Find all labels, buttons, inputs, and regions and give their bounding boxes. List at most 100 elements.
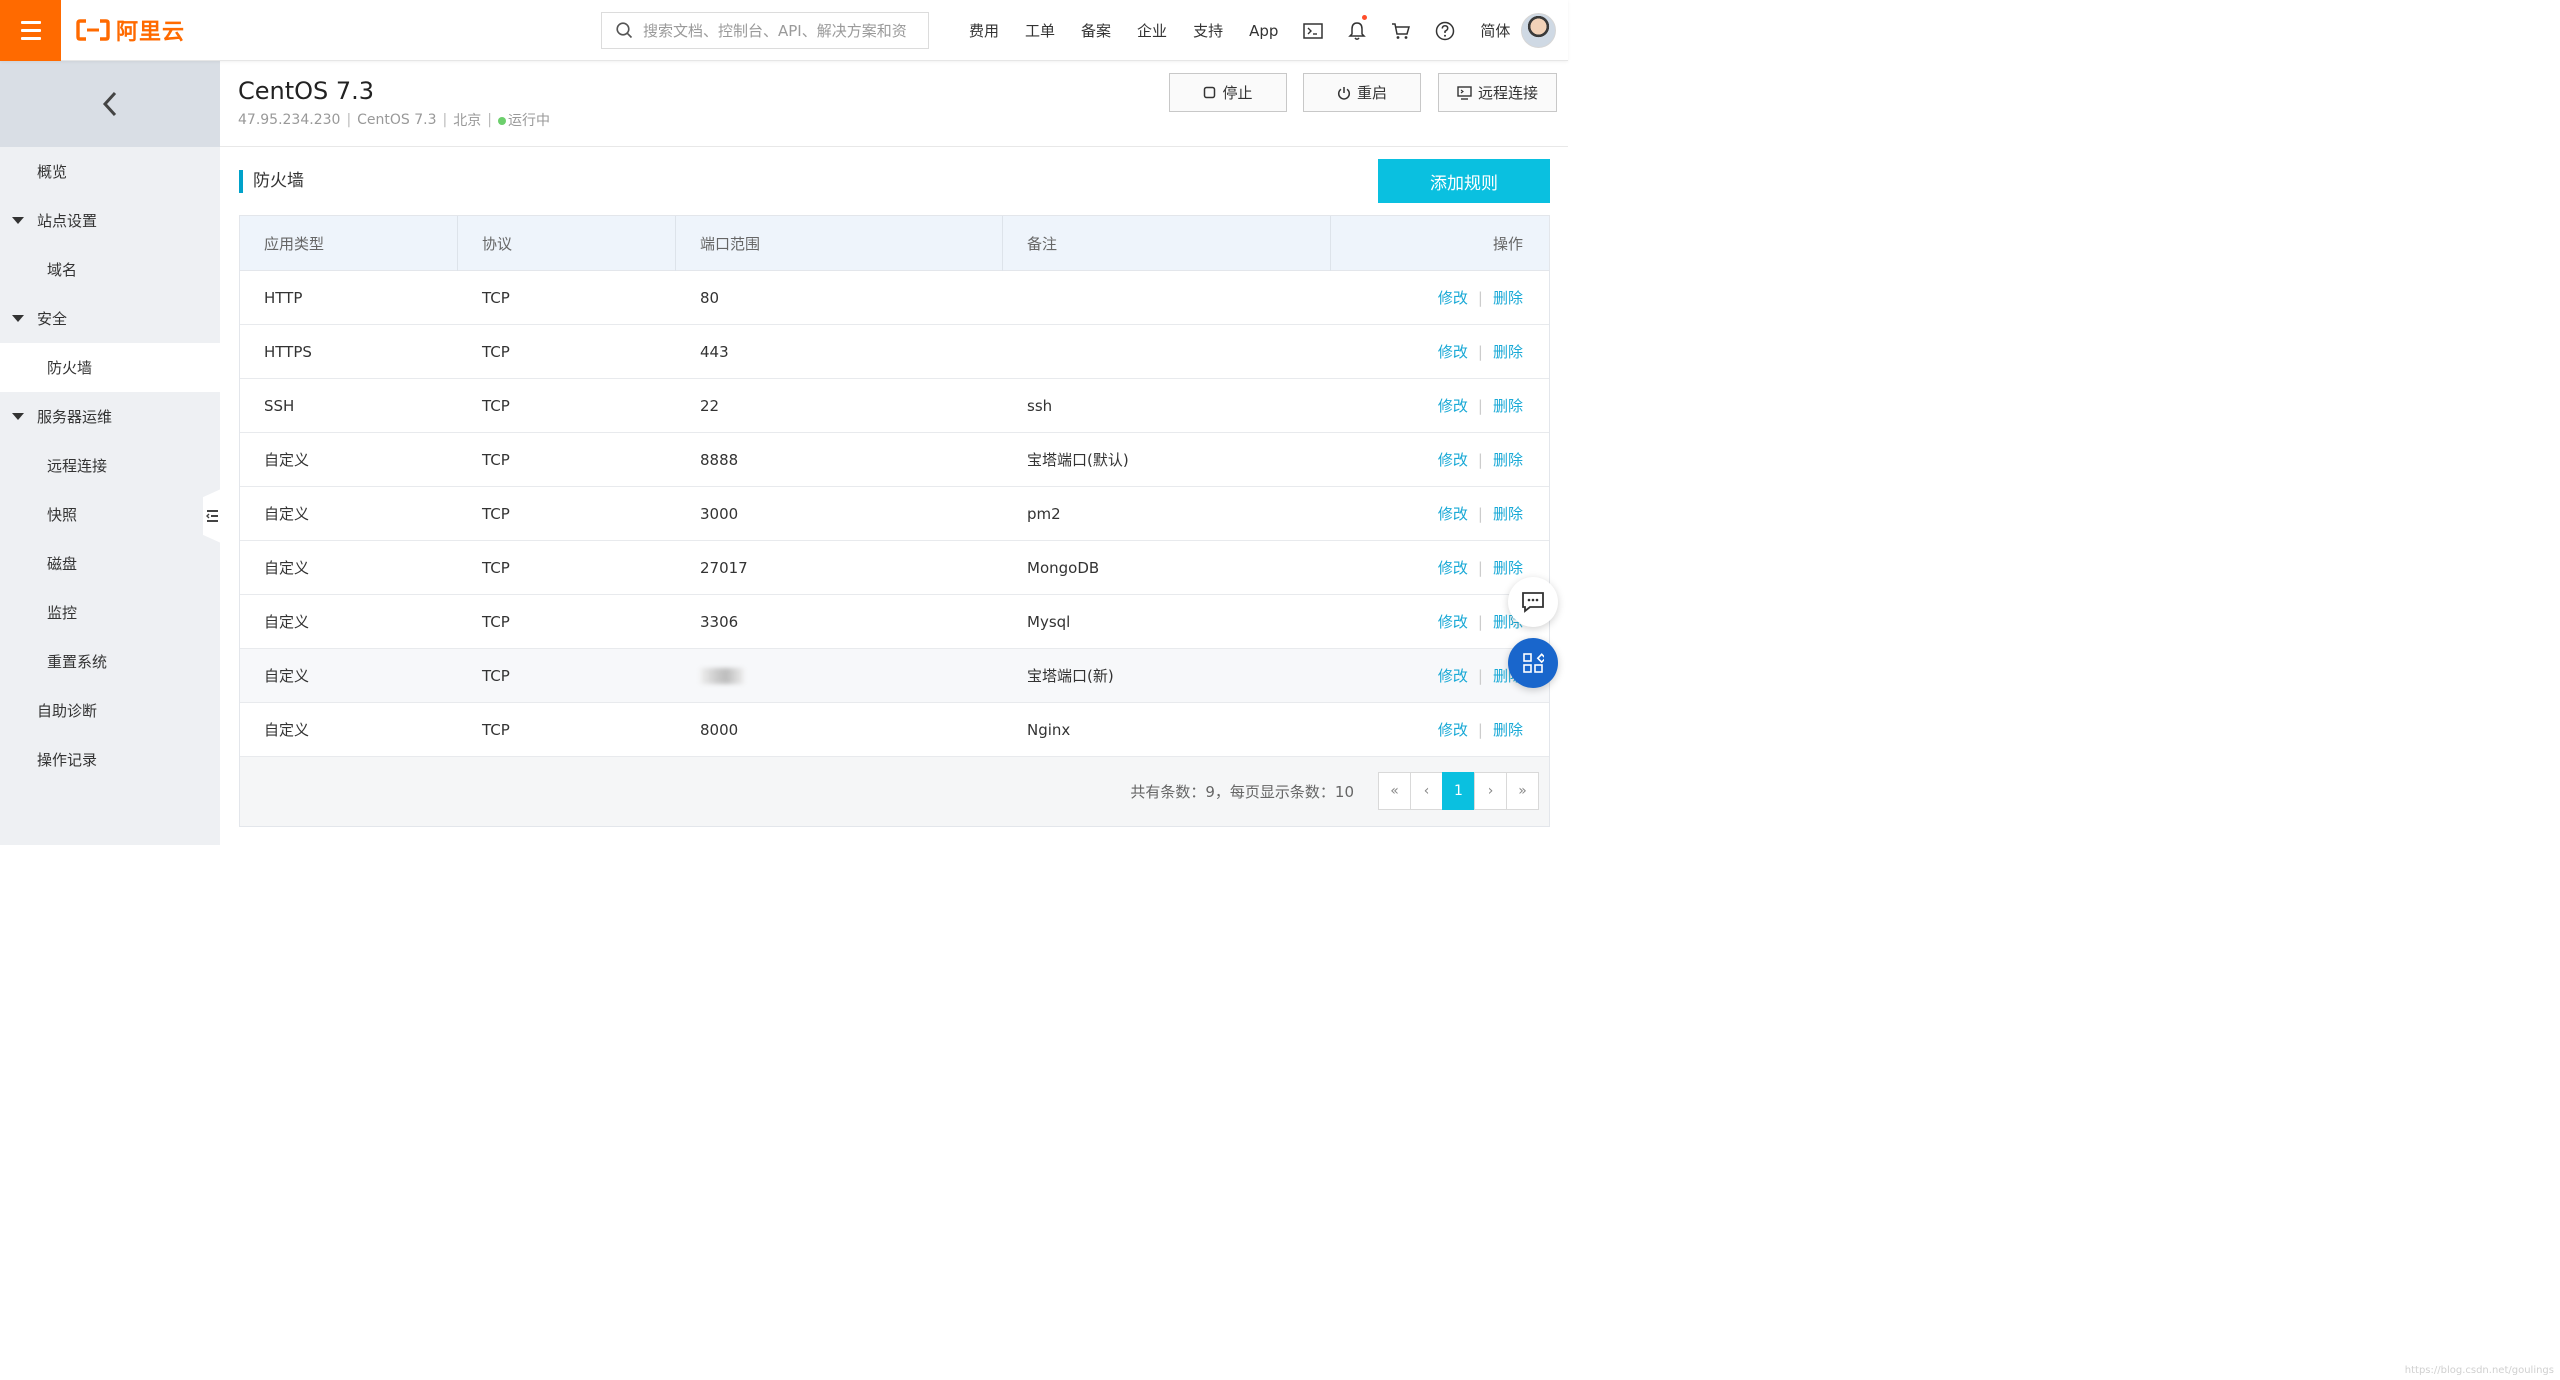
nav-enterprise[interactable]: 企业 xyxy=(1124,0,1180,61)
edit-link[interactable]: 修改 xyxy=(1438,341,1468,362)
table-row: HTTP TCP 80 修改 | 删除 xyxy=(240,271,1549,325)
nav-fees[interactable]: 费用 xyxy=(956,0,1012,61)
cell-protocol: TCP xyxy=(482,666,510,685)
sidebar-item[interactable]: 站点设置 xyxy=(0,196,220,245)
edit-link[interactable]: 修改 xyxy=(1438,611,1468,632)
cell-port: 8000 xyxy=(700,720,739,739)
nav-support[interactable]: 支持 xyxy=(1180,0,1236,61)
edit-link[interactable]: 修改 xyxy=(1438,449,1468,470)
remote-connect-button[interactable]: 远程连接 xyxy=(1438,73,1557,112)
edit-link[interactable]: 修改 xyxy=(1438,557,1468,578)
section-title: 防火墙 xyxy=(239,170,304,193)
nav-tickets[interactable]: 工单 xyxy=(1012,0,1068,61)
nav-app[interactable]: App xyxy=(1236,0,1291,61)
table-row: SSH TCP 22 ssh 修改 | 删除 xyxy=(240,379,1549,433)
caret-down-icon xyxy=(12,413,24,420)
cell-app-type: 自定义 xyxy=(264,559,310,577)
edit-link[interactable]: 修改 xyxy=(1438,719,1468,740)
cell-protocol: TCP xyxy=(482,342,510,361)
sidebar-item-label: 防火墙 xyxy=(47,359,93,377)
sidebar-item[interactable]: 自助诊断 xyxy=(0,686,220,735)
sidebar-item-label: 站点设置 xyxy=(37,212,98,230)
edit-link[interactable]: 修改 xyxy=(1438,287,1468,308)
delete-link[interactable]: 删除 xyxy=(1493,503,1523,524)
menu-button[interactable] xyxy=(0,0,61,61)
collapse-menu-icon xyxy=(205,510,218,522)
cell-actions: 修改 | 删除 xyxy=(1331,271,1549,324)
instance-meta: 47.95.234.230 | CentOS 7.3 | 北京 | 运行中 xyxy=(238,112,550,129)
cell-note: MongoDB xyxy=(1027,558,1100,577)
delete-link[interactable]: 删除 xyxy=(1493,395,1523,416)
sidebar-item-label: 远程连接 xyxy=(47,457,108,475)
terminal-button[interactable] xyxy=(1291,0,1335,61)
delete-link[interactable]: 删除 xyxy=(1493,287,1523,308)
edit-link[interactable]: 修改 xyxy=(1438,503,1468,524)
avatar[interactable] xyxy=(1521,13,1556,48)
cell-port: 27017 xyxy=(700,558,748,577)
sidebar-item[interactable]: 重置系统 xyxy=(0,637,220,686)
column-header-note: 备注 xyxy=(1003,216,1331,271)
sidebar-menu: 概览站点设置域名安全防火墙服务器运维远程连接快照 磁盘监控重置系统 自助诊断 操作记录 xyxy=(0,147,220,784)
sidebar-item[interactable]: 概览 xyxy=(0,147,220,196)
notification-button[interactable] xyxy=(1335,0,1379,61)
sidebar-item-label: 安全 xyxy=(37,310,68,328)
delete-link[interactable]: 删除 xyxy=(1493,341,1523,362)
language-switch[interactable]: 简体 xyxy=(1467,0,1523,61)
instance-ip: 47.95.234.230 xyxy=(238,112,341,128)
search-box[interactable] xyxy=(601,12,929,49)
sidebar-item[interactable]: 监控 xyxy=(0,588,220,637)
pagination: « ‹ 1 › » xyxy=(1378,772,1539,810)
cell-app-type: 自定义 xyxy=(264,721,310,739)
nav-icp[interactable]: 备案 xyxy=(1068,0,1124,61)
cell-app-type: HTTP xyxy=(264,288,303,307)
redacted-port xyxy=(700,667,744,684)
caret-down-icon xyxy=(12,217,24,224)
apps-button[interactable] xyxy=(1508,638,1558,688)
add-rule-button[interactable]: 添加规则 xyxy=(1378,159,1550,203)
aliyun-logo[interactable]: 阿里云 xyxy=(76,15,185,45)
edit-link[interactable]: 修改 xyxy=(1438,665,1468,686)
cell-actions: 修改 | 删除 xyxy=(1331,433,1549,486)
sidebar-item[interactable]: 操作记录 xyxy=(0,735,220,784)
sidebar-item[interactable]: 防火墙 xyxy=(0,343,220,392)
cell-port: 3306 xyxy=(700,612,739,631)
status-dot xyxy=(497,117,506,125)
delete-link[interactable]: 删除 xyxy=(1493,449,1523,470)
sidebar-item[interactable]: 服务器运维 xyxy=(0,392,220,441)
page-prev-button[interactable]: ‹ xyxy=(1410,772,1443,810)
sidebar-item[interactable]: 远程连接 xyxy=(0,441,220,490)
logo-text: 阿里云 xyxy=(116,20,186,45)
cart-button[interactable] xyxy=(1379,0,1423,61)
sidebar-item[interactable]: 域名 xyxy=(0,245,220,294)
cell-app-type: 自定义 xyxy=(264,451,310,469)
page-last-button[interactable]: » xyxy=(1506,772,1539,810)
cell-port xyxy=(676,649,1003,702)
sidebar-item-label: 监控 xyxy=(47,604,78,622)
back-button[interactable] xyxy=(0,61,220,147)
cell-actions: 修改 | 删除 xyxy=(1331,325,1549,378)
cell-protocol: TCP xyxy=(482,450,510,469)
collapse-sidebar-button[interactable] xyxy=(203,489,221,543)
aliyun-logo-icon xyxy=(76,19,110,41)
column-header-port-range: 端口范围 xyxy=(676,216,1003,271)
cell-note: ssh xyxy=(1027,396,1053,415)
sidebar-item-label: 服务器运维 xyxy=(37,408,113,426)
page-first-button[interactable]: « xyxy=(1378,772,1411,810)
delete-link[interactable]: 删除 xyxy=(1493,557,1523,578)
cell-port: 80 xyxy=(700,288,720,307)
search-input[interactable] xyxy=(643,21,913,40)
restart-button[interactable]: 重启 xyxy=(1303,73,1421,112)
cell-app-type: HTTPS xyxy=(264,342,312,361)
page-next-button[interactable]: › xyxy=(1474,772,1507,810)
sidebar-item[interactable]: 磁盘 xyxy=(0,539,220,588)
stop-button[interactable]: 停止 xyxy=(1169,73,1287,112)
table-row: 自定义 TCP 8000 Nginx 修改 | 删除 xyxy=(240,703,1549,757)
page-current-button[interactable]: 1 xyxy=(1442,772,1475,810)
delete-link[interactable]: 删除 xyxy=(1493,719,1523,740)
help-button[interactable] xyxy=(1423,0,1467,61)
edit-link[interactable]: 修改 xyxy=(1438,395,1468,416)
chat-button[interactable] xyxy=(1508,577,1558,627)
sidebar-item[interactable]: 安全 xyxy=(0,294,220,343)
table-row: 自定义 TCP 3000 pm2 修改 | 删除 xyxy=(240,487,1549,541)
sidebar-item[interactable]: 快照 xyxy=(0,490,220,539)
